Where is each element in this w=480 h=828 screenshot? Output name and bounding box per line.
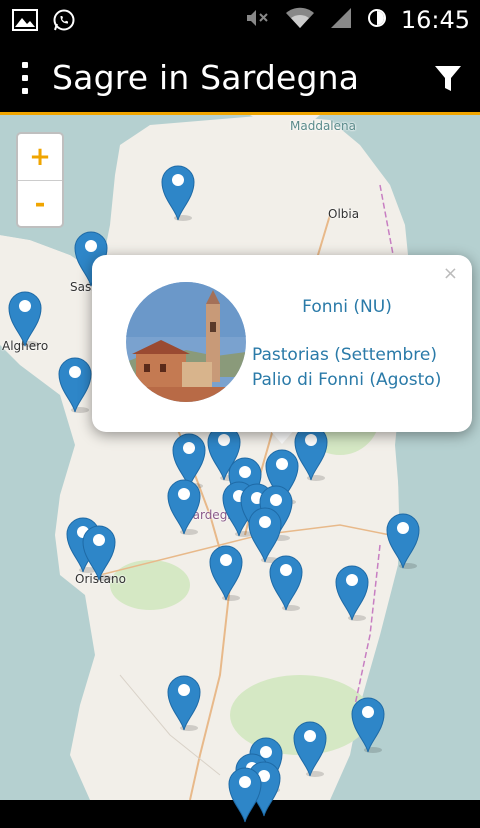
zoom-control: + - [16,132,64,228]
event-marker[interactable] [159,160,197,222]
zoom-in-button[interactable]: + [18,134,62,181]
app-title: Sagre in Sardegna [52,58,360,97]
wifi-icon [285,7,315,33]
gallery-notification-icon [12,9,38,35]
event-marker[interactable] [207,540,245,602]
battery-icon [367,7,387,33]
event-marker[interactable] [56,352,94,414]
place-label-olbia: Olbia [328,207,360,221]
mute-icon [245,7,271,33]
event-marker[interactable] [165,474,203,536]
popup-event-link[interactable]: Palio di Fonni (Agosto) [252,370,441,390]
event-marker[interactable] [6,286,44,348]
event-marker[interactable] [165,670,203,732]
filter-icon[interactable] [434,64,462,94]
event-marker[interactable] [267,550,305,612]
whatsapp-notification-icon [52,8,76,36]
popup-town-link[interactable]: Fonni (NU) [252,297,442,317]
event-marker[interactable] [80,520,118,582]
popup-event-link[interactable]: Pastorias (Settembre) [252,345,437,365]
overflow-menu-icon[interactable] [10,60,40,96]
event-marker[interactable] [291,716,329,778]
status-bar: 16:45 [0,0,480,42]
place-label-maddalena: Maddalena [290,119,356,133]
event-marker[interactable] [384,508,422,570]
popup-close-button[interactable]: × [443,263,458,284]
town-photo [126,282,246,402]
event-marker[interactable] [226,762,264,824]
app-bar: Sagre in Sardegna [0,42,480,114]
event-marker[interactable] [333,560,371,622]
event-marker[interactable] [349,692,387,754]
clock: 16:45 [400,6,470,34]
signal-icon [329,7,353,33]
zoom-out-button[interactable]: - [18,181,62,227]
marker-popup: × Fonni (NU) Pastorias (Settembre) Palio… [92,255,472,432]
